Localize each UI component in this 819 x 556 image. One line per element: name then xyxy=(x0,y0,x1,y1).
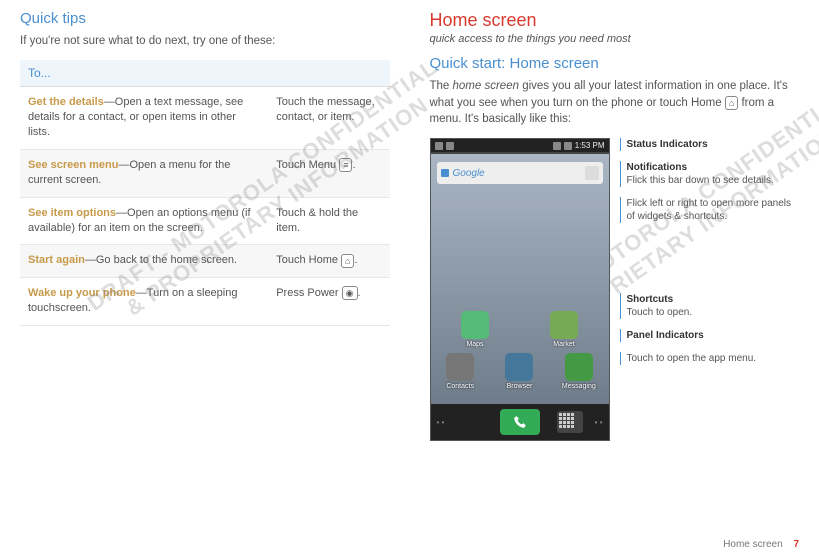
mic-icon[interactable] xyxy=(585,166,599,180)
row-do-pre: Touch Menu xyxy=(276,159,339,171)
quick-tips-intro: If you're not sure what to do next, try … xyxy=(20,33,390,50)
phone-dialer-button[interactable] xyxy=(500,409,540,435)
footer-section: Home screen xyxy=(723,539,782,550)
search-icon xyxy=(441,169,449,177)
row-do-pre: Touch Home xyxy=(276,254,341,266)
app-label: Maps xyxy=(455,341,495,348)
status-time: 1:53 PM xyxy=(575,141,605,150)
app-label: Market xyxy=(544,341,584,348)
battery-icon xyxy=(564,142,572,150)
table-row: Start again—Go back to the home screen. … xyxy=(20,245,390,277)
right-column: Home screen quick access to the things y… xyxy=(430,10,800,441)
app-label: Browser xyxy=(499,383,539,390)
page-number: 7 xyxy=(793,539,799,550)
home-screen-heading: Home screen xyxy=(430,10,800,31)
home-screen-subtitle: quick access to the things you need most xyxy=(430,33,800,45)
annot-status-title: Status Indicators xyxy=(627,138,800,151)
row-desc: —Go back to the home screen. xyxy=(85,254,237,266)
quick-start-heading: Quick start: Home screen xyxy=(430,55,800,72)
row-action: See screen menu xyxy=(28,159,119,171)
table-row: See item options—Open an options menu (i… xyxy=(20,197,390,245)
menu-key-icon: ≡ xyxy=(339,158,352,172)
bottom-bar: • • • • xyxy=(431,404,609,440)
phone-mockup: 1:53 PM Google Maps Market Contacts xyxy=(430,138,610,441)
table-row: See screen menu—Open a menu for the curr… xyxy=(20,149,390,197)
annot-appmenu-desc: Touch to open the app menu. xyxy=(627,352,800,365)
annot-notif-desc: Flick this bar down to see details. xyxy=(627,174,800,187)
annot-shortcuts-desc: Touch to open. xyxy=(627,306,800,319)
power-key-icon: ◉ xyxy=(342,286,358,300)
app-shortcut[interactable]: Browser xyxy=(499,353,539,390)
home-key-icon: ⌂ xyxy=(341,254,354,268)
signal-icon xyxy=(553,142,561,150)
tips-table: To... Get the details—Open a text messag… xyxy=(20,60,390,326)
annot-panels-desc: Flick left or right to open more panels … xyxy=(627,197,800,223)
search-widget[interactable]: Google xyxy=(437,162,603,184)
app-shortcut[interactable]: Maps xyxy=(455,311,495,348)
p-em: home screen xyxy=(453,80,519,92)
status-icon xyxy=(446,142,454,150)
app-menu-button[interactable] xyxy=(557,411,583,433)
app-shortcut[interactable]: Market xyxy=(544,311,584,348)
row-do-post: . xyxy=(358,287,361,299)
table-row: Get the details—Open a text message, see… xyxy=(20,86,390,149)
tips-header: To... xyxy=(20,60,390,87)
panel-indicator-left[interactable]: • • xyxy=(437,418,445,427)
annotations: Status Indicators Notifications Flick th… xyxy=(620,138,800,441)
app-shortcut[interactable]: Messaging xyxy=(559,353,599,390)
quick-tips-heading: Quick tips xyxy=(20,10,390,27)
home-screen-paragraph: The home screen gives you all your lates… xyxy=(430,78,800,128)
row-action: Start again xyxy=(28,254,85,266)
phone-icon xyxy=(513,415,527,429)
row-do-post: . xyxy=(354,254,357,266)
row-action: Get the details xyxy=(28,96,104,108)
home-key-icon: ⌂ xyxy=(725,96,738,110)
row-do: Touch the message, contact, or item. xyxy=(268,86,389,149)
page-footer: Home screen 7 xyxy=(723,539,799,550)
row-do: Touch & hold the item. xyxy=(268,197,389,245)
annot-shortcuts-title: Shortcuts xyxy=(627,293,800,306)
table-row: Wake up your phone—Turn on a sleeping to… xyxy=(20,277,390,325)
status-icon xyxy=(435,142,443,150)
status-bar[interactable]: 1:53 PM xyxy=(431,139,609,152)
row-do-pre: Press Power xyxy=(276,287,341,299)
home-wallpaper[interactable]: Google Maps Market Contacts Browser Mess… xyxy=(431,154,609,404)
app-shortcut[interactable]: Contacts xyxy=(440,353,480,390)
row-action: Wake up your phone xyxy=(28,287,136,299)
left-column: Quick tips If you're not sure what to do… xyxy=(20,10,390,441)
app-label: Messaging xyxy=(559,383,599,390)
p-pre: The xyxy=(430,80,453,92)
panel-indicator-right[interactable]: • • xyxy=(595,418,603,427)
annot-notif-title: Notifications xyxy=(627,161,800,174)
row-do-post: . xyxy=(352,159,355,171)
app-label: Contacts xyxy=(440,383,480,390)
annot-panel-ind-title: Panel Indicators xyxy=(627,329,800,342)
search-label: Google xyxy=(453,168,485,179)
row-action: See item options xyxy=(28,207,116,219)
